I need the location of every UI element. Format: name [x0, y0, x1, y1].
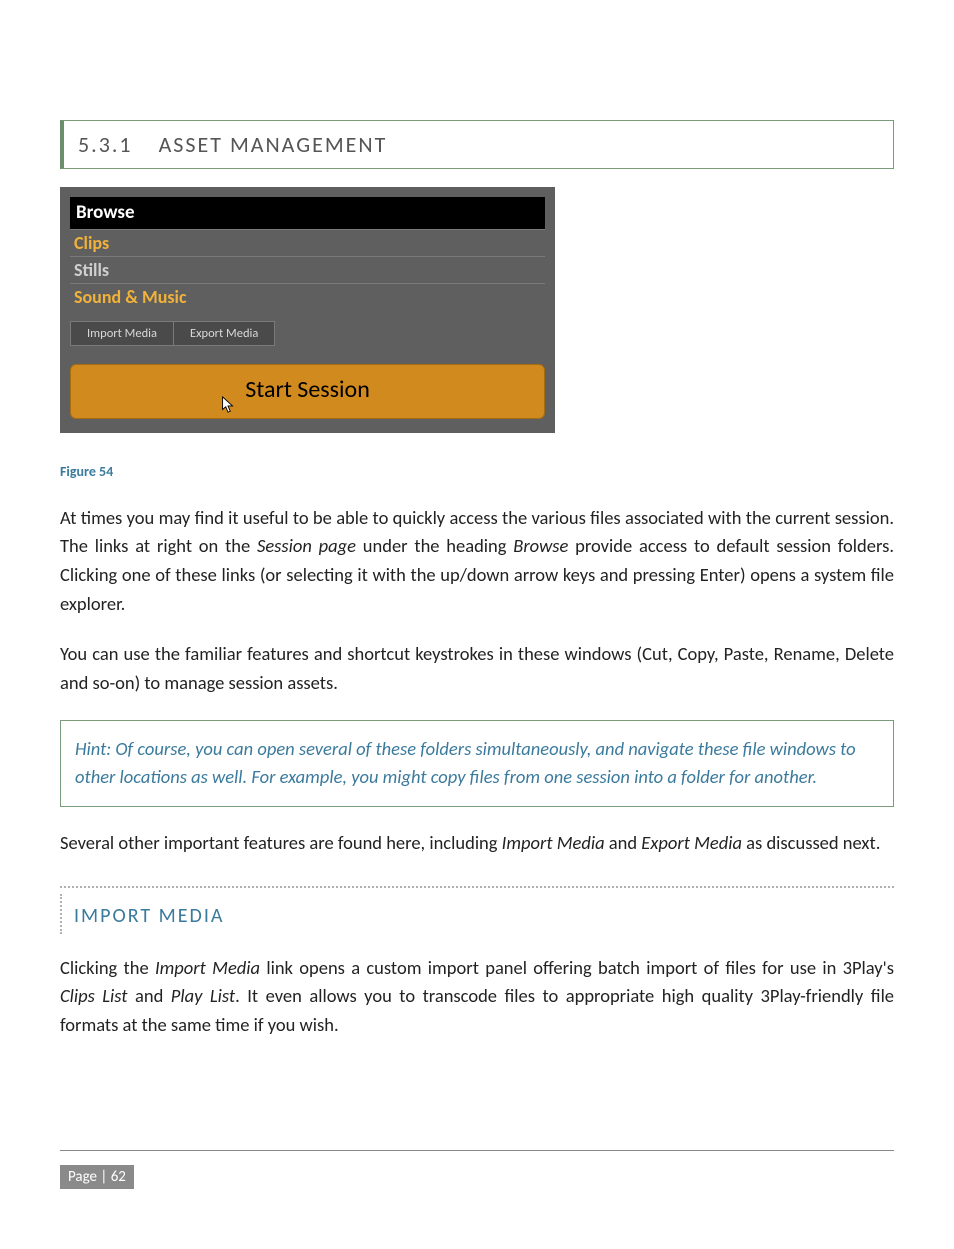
panel-link-stills[interactable]: Stills — [70, 257, 545, 284]
footer-rule — [60, 1150, 894, 1151]
import-media-button[interactable]: Import Media — [70, 321, 174, 346]
hint-box: Hint: Of course, you can open several of… — [60, 720, 894, 807]
section-title: ASSET MANAGEMENT — [159, 131, 388, 158]
figure-label: Figure 54 — [60, 463, 894, 480]
panel-link-sound[interactable]: Sound & Music — [70, 284, 545, 310]
dotted-rule — [60, 886, 894, 888]
paragraph-2: You can use the familiar features and sh… — [60, 640, 894, 697]
panel-button-row: Import Media Export Media — [70, 321, 545, 346]
start-session-wrap: Start Session — [70, 364, 545, 419]
document-page: 5.3.1 ASSET MANAGEMENT Browse Clips Still… — [0, 0, 954, 1249]
panel-link-clips[interactable]: Clips — [70, 230, 545, 257]
paragraph-1: At times you may find it useful to be ab… — [60, 504, 894, 619]
page-footer: Page | 62 — [60, 1150, 894, 1189]
start-session-label: Start Session — [245, 375, 370, 404]
page-number-badge: Page | 62 — [60, 1165, 134, 1189]
paragraph-3: Several other important features are fou… — [60, 829, 894, 858]
paragraph-4: Clicking the Import Media link opens a c… — [60, 954, 894, 1040]
subsection-heading-wrap: IMPORT MEDIA — [60, 886, 894, 934]
section-heading: 5.3.1 ASSET MANAGEMENT — [60, 120, 894, 169]
export-media-button[interactable]: Export Media — [174, 321, 275, 346]
app-panel-screenshot: Browse Clips Stills Sound & Music Import… — [60, 187, 555, 433]
panel-heading-browse: Browse — [70, 197, 545, 230]
cursor-icon — [221, 396, 235, 414]
subsection-heading: IMPORT MEDIA — [60, 894, 894, 934]
section-number: 5.3.1 — [78, 131, 133, 158]
start-session-button[interactable]: Start Session — [70, 364, 545, 419]
